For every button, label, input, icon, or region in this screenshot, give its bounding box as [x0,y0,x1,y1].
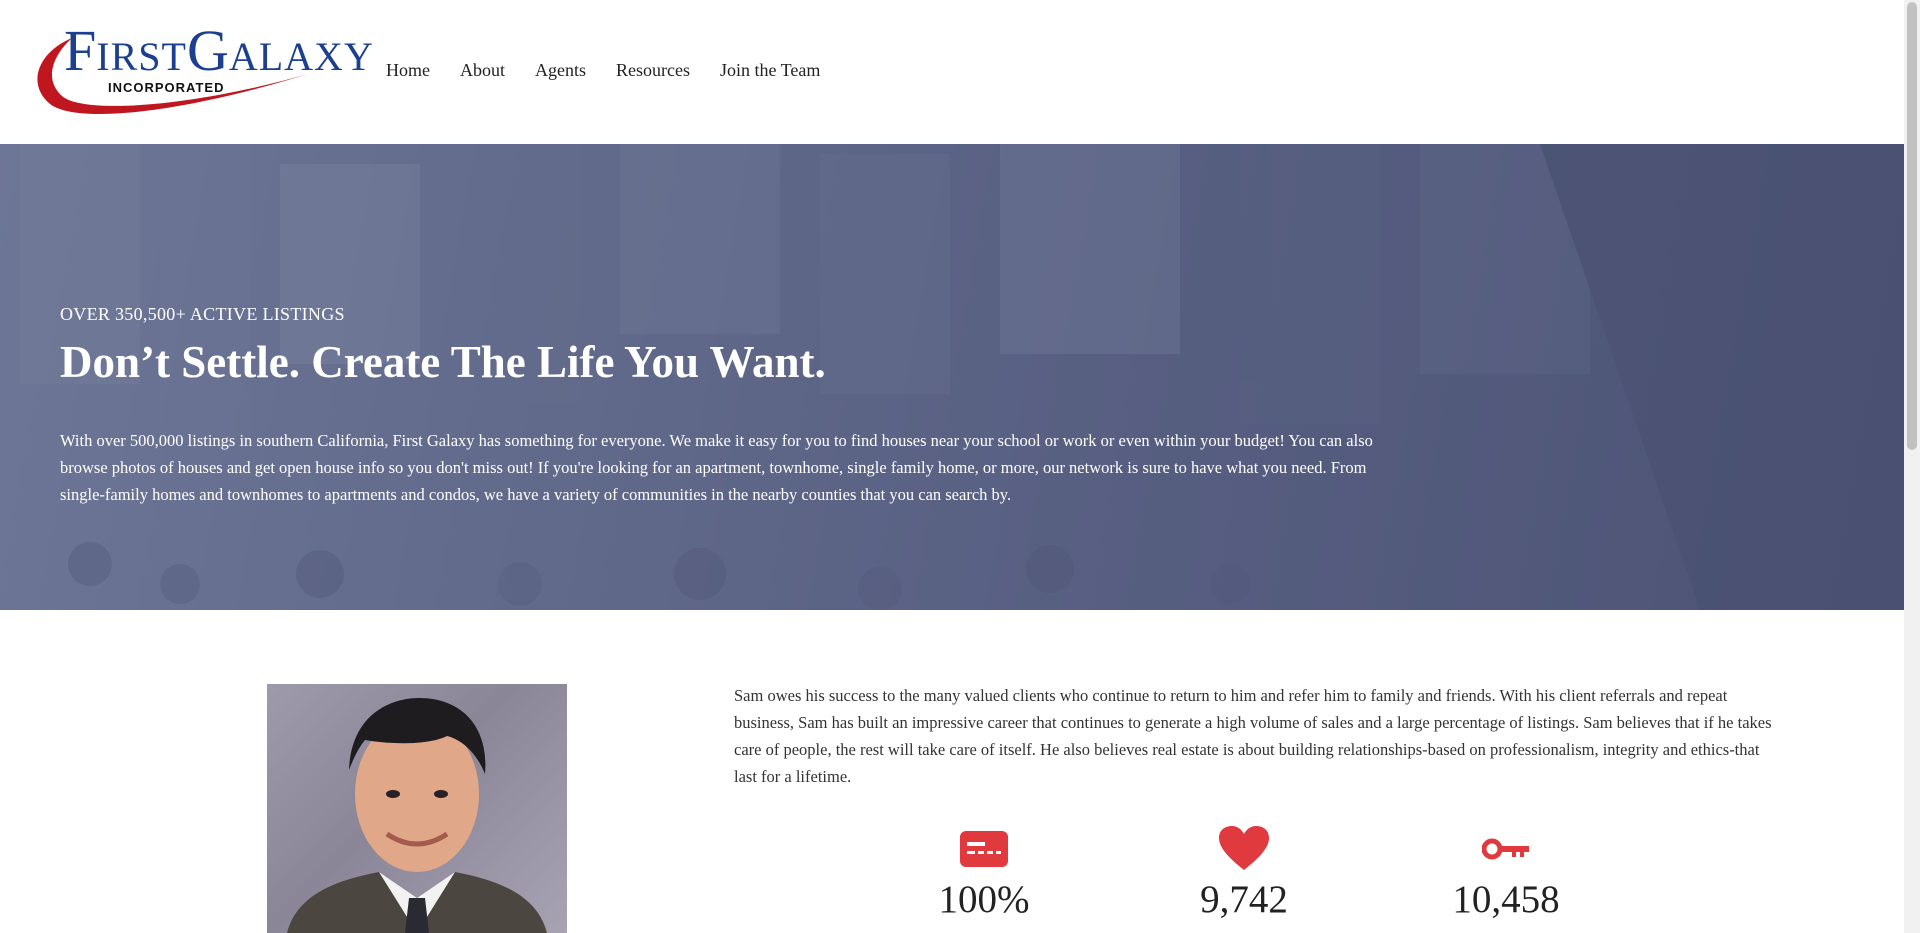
stat-success-rate: 100% [884,826,1084,919]
hero-title: Don’t Settle. Create The Life You Want. [60,337,826,387]
logo-galaxy-rest: ALAXY [228,34,374,79]
nav-agents[interactable]: Agents [535,60,586,81]
nav-home[interactable]: Home [386,60,430,81]
logo-first-initial: F [64,18,97,83]
nav-resources[interactable]: Resources [616,60,690,81]
site-header: FIRSTGALAXY INCORPORATED Home About Agen… [0,0,1904,144]
main-nav: Home About Agents Resources Join the Tea… [386,60,850,81]
heart-icon [1219,826,1269,870]
logo-wordmark: FIRSTGALAXY [64,22,374,80]
stat-value: 9,742 [1200,878,1288,921]
page: FIRSTGALAXY INCORPORATED Home About Agen… [0,0,1904,933]
nav-about[interactable]: About [460,60,505,81]
hero-banner: OVER 350,500+ ACTIVE LISTINGS Don’t Sett… [0,144,1904,610]
credit-card-icon [960,831,1008,867]
hero-content: OVER 350,500+ ACTIVE LISTINGS Don’t Sett… [60,304,1400,508]
logo-first-rest: IRST [96,34,187,79]
key-icon [1482,838,1529,860]
first-galaxy-logo[interactable]: FIRSTGALAXY INCORPORATED [28,22,373,122]
page-scrollbar[interactable] [1904,0,1920,933]
scrollbar-thumb[interactable] [1907,2,1917,450]
nav-join-the-team[interactable]: Join the Team [720,60,820,81]
logo-subtitle: INCORPORATED [108,80,225,95]
stat-value: 10,458 [1452,878,1560,921]
agent-bio: Sam owes his success to the many valued … [734,686,1772,786]
hero-kicker: OVER 350,500+ ACTIVE LISTINGS [60,304,345,324]
stat-value: 100% [938,878,1030,921]
stats-row: 100% 9,742 10,458 [0,826,1904,933]
stat-happy-clients: 9,742 [1144,826,1344,919]
stat-homes-sold: 10,458 [1406,826,1606,919]
hero-description: With over 500,000 listings in southern C… [60,431,1373,504]
logo-galaxy-initial: G [186,18,229,83]
